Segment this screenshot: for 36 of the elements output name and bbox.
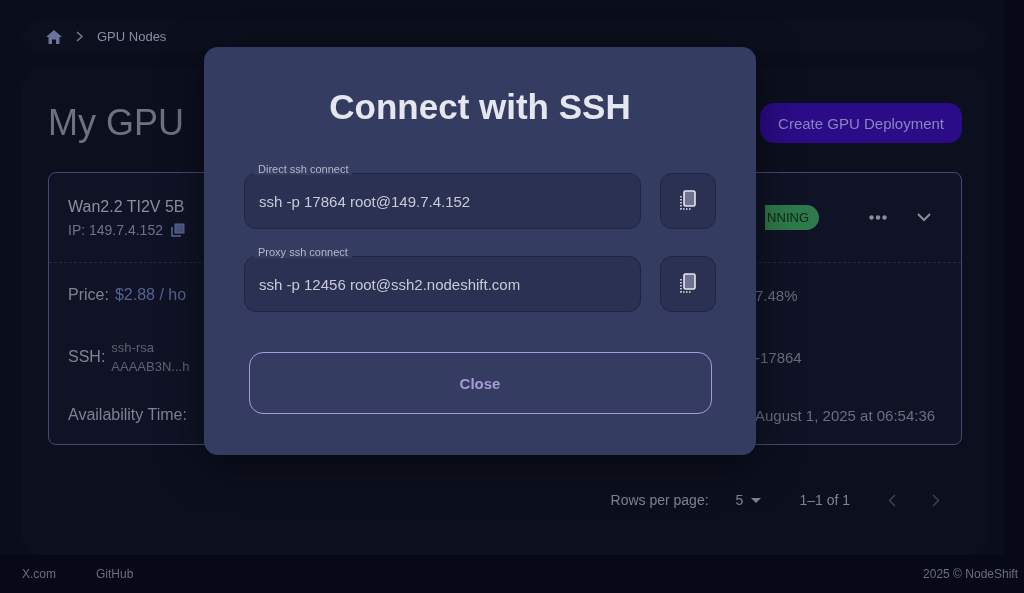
field-value: 7.48% <box>755 286 799 304</box>
more-icon[interactable] <box>869 215 887 220</box>
ssh-command-field[interactable]: ssh -p 17864 root@149.7.4.152 <box>244 173 641 229</box>
page-range: 1–1 of 1 <box>799 492 850 508</box>
copy-button[interactable] <box>660 256 716 312</box>
footer-link[interactable]: X.com <box>22 567 56 581</box>
home-icon[interactable] <box>46 29 62 44</box>
field-label: Availability Time: <box>68 406 187 424</box>
field-label: Direct ssh connect <box>254 163 353 175</box>
breadcrumb-item[interactable]: GPU Nodes <box>97 29 167 44</box>
copy-button[interactable] <box>660 173 716 229</box>
ssh-key: AAAAB3N...h <box>111 359 190 374</box>
page-title: My GPU <box>48 102 184 144</box>
deployment-name: Wan2.2 TI2V 5B <box>68 197 185 216</box>
chevron-right-icon <box>76 31 83 42</box>
caret-icon <box>751 497 762 503</box>
field-label: SSH: <box>68 348 106 366</box>
copy-icon[interactable] <box>170 222 185 237</box>
field-label: Proxy ssh connect <box>254 246 352 258</box>
close-button[interactable]: Close <box>248 352 712 414</box>
chevron-down-icon[interactable] <box>917 213 931 222</box>
create-deployment-button[interactable]: Create GPU Deployment <box>760 103 962 143</box>
rows-per-page-label: Rows per page: <box>610 492 709 508</box>
field-label: Price: <box>68 286 109 304</box>
ip-address: IP: 149.7.4.152 <box>68 221 163 238</box>
price-value: $2.88 / ho <box>114 286 187 304</box>
ssh-key-type: ssh-rsa <box>111 340 155 355</box>
dialog-title: Connect with SSH <box>329 87 631 127</box>
copy-icon <box>679 190 697 212</box>
field-value: August 1, 2025 at 06:54:36 <box>755 406 937 424</box>
footer-link[interactable]: GitHub <box>96 567 134 581</box>
copyright: 2025 © NodeShift <box>923 567 1018 581</box>
copy-icon <box>679 273 697 295</box>
rows-per-page-select[interactable]: 5 <box>735 492 762 508</box>
field-value: -17864 <box>755 348 803 366</box>
status-badge: NNING <box>765 205 819 230</box>
